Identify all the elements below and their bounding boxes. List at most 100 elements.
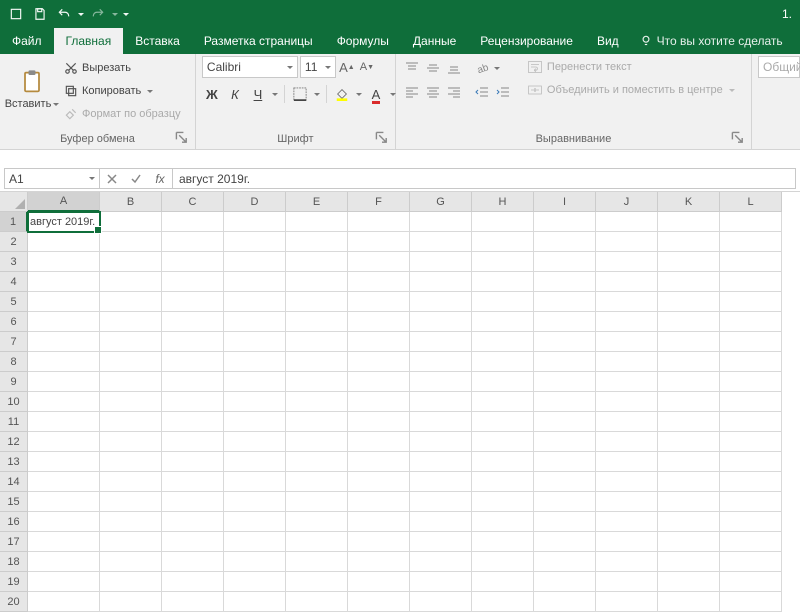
cell-K15[interactable] <box>658 492 720 512</box>
cell-A11[interactable] <box>28 412 100 432</box>
cell-K4[interactable] <box>658 272 720 292</box>
cell-I18[interactable] <box>534 552 596 572</box>
select-all-corner[interactable] <box>0 192 28 212</box>
cell-C16[interactable] <box>162 512 224 532</box>
dialog-launcher-icon[interactable] <box>175 131 189 145</box>
cell-D18[interactable] <box>224 552 286 572</box>
cell-K10[interactable] <box>658 392 720 412</box>
cell-I4[interactable] <box>534 272 596 292</box>
cell-J5[interactable] <box>596 292 658 312</box>
cell-F19[interactable] <box>348 572 410 592</box>
bold-button[interactable]: Ж <box>202 84 222 104</box>
cell-A15[interactable] <box>28 492 100 512</box>
cell-B4[interactable] <box>100 272 162 292</box>
cell-F2[interactable] <box>348 232 410 252</box>
cell-D6[interactable] <box>224 312 286 332</box>
col-header-F[interactable]: F <box>348 192 410 212</box>
cell-B12[interactable] <box>100 432 162 452</box>
cell-D8[interactable] <box>224 352 286 372</box>
cell-A6[interactable] <box>28 312 100 332</box>
undo-dropdown-icon[interactable] <box>76 2 86 26</box>
redo-dropdown-icon[interactable] <box>110 2 120 26</box>
tell-me-search[interactable]: Что вы хотите сделать <box>631 28 791 54</box>
cell-A19[interactable] <box>28 572 100 592</box>
cell-B2[interactable] <box>100 232 162 252</box>
cell-B5[interactable] <box>100 292 162 312</box>
cell-C1[interactable] <box>162 212 224 232</box>
decrease-indent-button[interactable] <box>472 82 492 102</box>
cell-B18[interactable] <box>100 552 162 572</box>
cell-D7[interactable] <box>224 332 286 352</box>
cell-L5[interactable] <box>720 292 782 312</box>
cell-K9[interactable] <box>658 372 720 392</box>
name-box[interactable]: A1 <box>4 168 100 189</box>
cell-B9[interactable] <box>100 372 162 392</box>
cell-A12[interactable] <box>28 432 100 452</box>
cell-F6[interactable] <box>348 312 410 332</box>
cell-C4[interactable] <box>162 272 224 292</box>
cell-B11[interactable] <box>100 412 162 432</box>
cell-H7[interactable] <box>472 332 534 352</box>
cell-B6[interactable] <box>100 312 162 332</box>
cell-J13[interactable] <box>596 452 658 472</box>
cell-A1[interactable]: август 2019г. <box>28 212 100 232</box>
cell-E9[interactable] <box>286 372 348 392</box>
merge-center-button[interactable]: Объединить и поместить в центре <box>527 80 735 100</box>
cell-D14[interactable] <box>224 472 286 492</box>
row-header-5[interactable]: 5 <box>0 292 28 312</box>
cell-B16[interactable] <box>100 512 162 532</box>
cell-J20[interactable] <box>596 592 658 612</box>
cell-C9[interactable] <box>162 372 224 392</box>
col-header-J[interactable]: J <box>596 192 658 212</box>
cell-F18[interactable] <box>348 552 410 572</box>
cell-F14[interactable] <box>348 472 410 492</box>
cell-A7[interactable] <box>28 332 100 352</box>
cell-E18[interactable] <box>286 552 348 572</box>
underline-dropdown[interactable] <box>271 90 279 99</box>
increase-font-button[interactable]: A▲ <box>338 56 356 78</box>
cell-F1[interactable] <box>348 212 410 232</box>
tab-view[interactable]: Вид <box>585 28 631 54</box>
cell-D13[interactable] <box>224 452 286 472</box>
cell-C3[interactable] <box>162 252 224 272</box>
cell-H17[interactable] <box>472 532 534 552</box>
cell-F8[interactable] <box>348 352 410 372</box>
cell-E4[interactable] <box>286 272 348 292</box>
cell-A20[interactable] <box>28 592 100 612</box>
cell-H13[interactable] <box>472 452 534 472</box>
cell-H1[interactable] <box>472 212 534 232</box>
cell-A8[interactable] <box>28 352 100 372</box>
align-bottom-button[interactable] <box>444 58 464 78</box>
cell-F3[interactable] <box>348 252 410 272</box>
cell-L15[interactable] <box>720 492 782 512</box>
cell-G19[interactable] <box>410 572 472 592</box>
cell-H20[interactable] <box>472 592 534 612</box>
cell-E3[interactable] <box>286 252 348 272</box>
cell-K12[interactable] <box>658 432 720 452</box>
cell-H10[interactable] <box>472 392 534 412</box>
cell-K2[interactable] <box>658 232 720 252</box>
align-center-button[interactable] <box>423 82 443 102</box>
cell-K5[interactable] <box>658 292 720 312</box>
cell-J19[interactable] <box>596 572 658 592</box>
cell-F7[interactable] <box>348 332 410 352</box>
cell-B13[interactable] <box>100 452 162 472</box>
cell-J12[interactable] <box>596 432 658 452</box>
cell-K13[interactable] <box>658 452 720 472</box>
tab-page-layout[interactable]: Разметка страницы <box>192 28 325 54</box>
tab-data[interactable]: Данные <box>401 28 468 54</box>
cell-G7[interactable] <box>410 332 472 352</box>
row-header-15[interactable]: 15 <box>0 492 28 512</box>
cell-F16[interactable] <box>348 512 410 532</box>
cell-E12[interactable] <box>286 432 348 452</box>
cell-G13[interactable] <box>410 452 472 472</box>
cell-K20[interactable] <box>658 592 720 612</box>
cell-L7[interactable] <box>720 332 782 352</box>
row-header-14[interactable]: 14 <box>0 472 28 492</box>
cell-E11[interactable] <box>286 412 348 432</box>
cell-B20[interactable] <box>100 592 162 612</box>
orientation-dropdown[interactable] <box>493 58 501 78</box>
qat-customize-icon[interactable] <box>120 2 132 26</box>
cell-J4[interactable] <box>596 272 658 292</box>
cell-G9[interactable] <box>410 372 472 392</box>
